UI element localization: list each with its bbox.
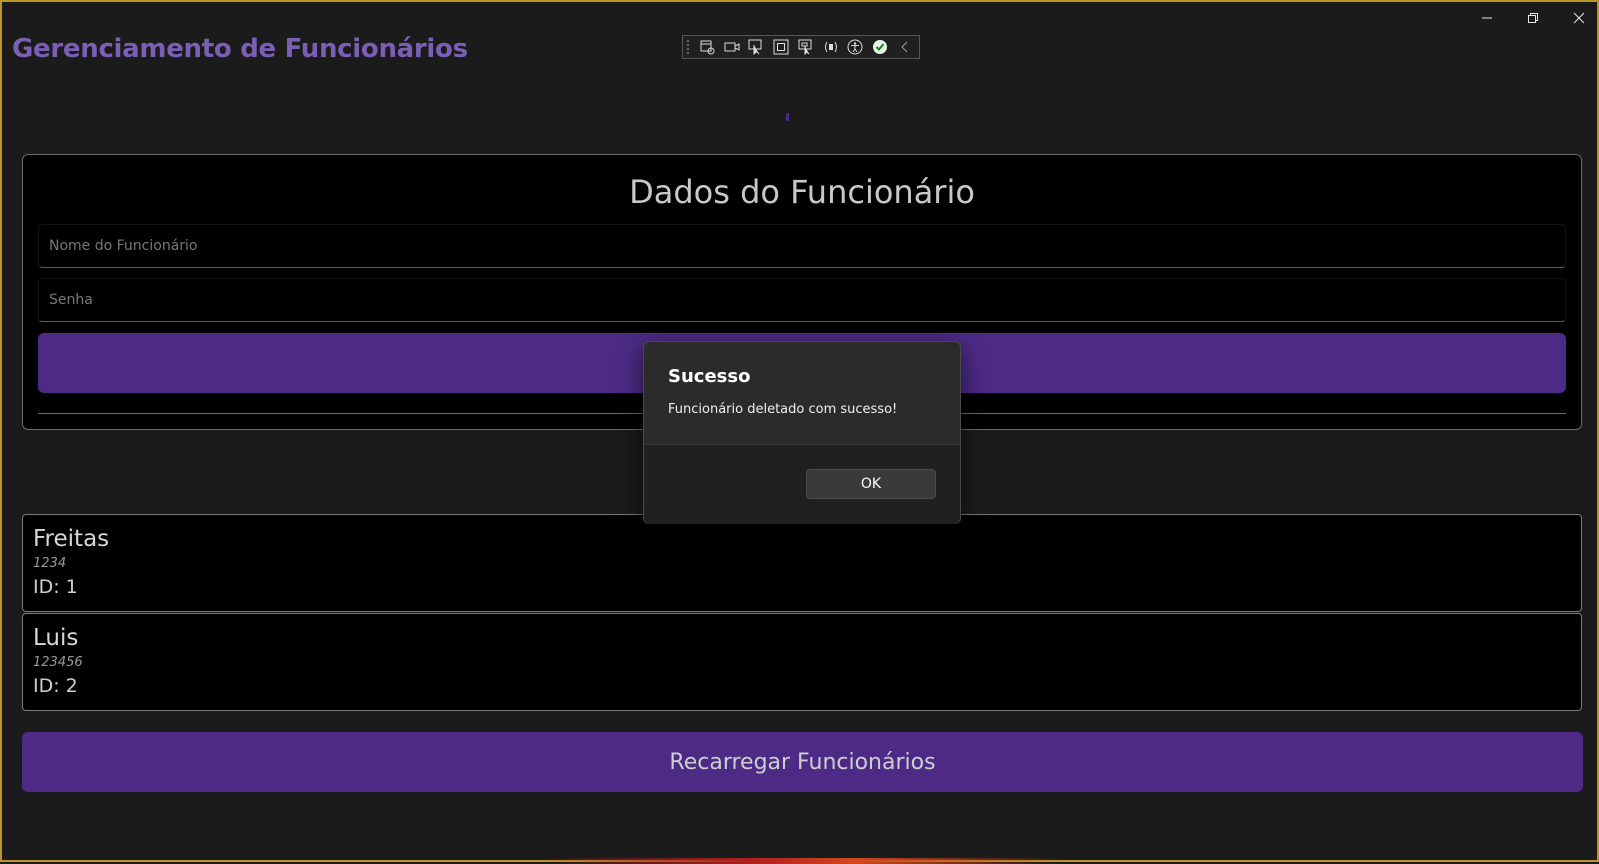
ok-button[interactable]: OK: [806, 469, 936, 499]
close-icon[interactable]: [1556, 2, 1599, 34]
minimize-icon[interactable]: [1464, 2, 1510, 34]
hot-reload-status-icon[interactable]: [870, 37, 891, 57]
reload-employees-button[interactable]: Recarregar Funcionários: [22, 732, 1583, 792]
live-visual-tree-icon[interactable]: [697, 37, 718, 57]
employee-password: 123456: [33, 655, 83, 670]
password-field[interactable]: Senha: [38, 278, 1566, 322]
collapse-icon[interactable]: [894, 37, 915, 57]
binding-failures-icon[interactable]: [820, 37, 841, 57]
accessibility-checker-icon[interactable]: [845, 37, 866, 57]
xaml-debug-toolbar: [682, 35, 920, 59]
dialog-title: Sucesso: [668, 366, 751, 387]
drag-grip[interactable]: [687, 40, 693, 54]
app-title: Gerenciamento de Funcionários: [12, 34, 468, 64]
employee-list-item[interactable]: Freitas 1234 ID: 1: [22, 514, 1582, 612]
employee-name: Freitas: [33, 526, 110, 552]
employee-id: ID: 1: [33, 576, 78, 598]
employee-name: Luis: [33, 625, 79, 651]
dialog-message: Funcionário deletado com sucesso!: [668, 402, 898, 417]
track-focus-icon[interactable]: [796, 37, 817, 57]
success-dialog: Sucesso Funcionário deletado com sucesso…: [643, 341, 961, 524]
form-title: Dados do Funcionário: [629, 173, 975, 211]
employee-name-field[interactable]: Nome do Funcionário: [38, 224, 1566, 268]
select-element-icon[interactable]: [746, 37, 767, 57]
loading-indicator: [786, 113, 789, 121]
taskbar-glow: [542, 858, 1062, 864]
employee-id: ID: 2: [33, 675, 78, 697]
employee-password: 1234: [33, 556, 67, 571]
video-icon[interactable]: [721, 37, 742, 57]
app-window: Gerenciamento de Funcionários Dados do F…: [0, 0, 1599, 864]
restore-icon[interactable]: [1510, 2, 1556, 34]
display-layout-adorners-icon[interactable]: [771, 37, 792, 57]
title-bar[interactable]: [2, 2, 1597, 34]
employee-list-item[interactable]: Luis 123456 ID: 2: [22, 613, 1582, 711]
dialog-footer: OK: [644, 444, 960, 524]
